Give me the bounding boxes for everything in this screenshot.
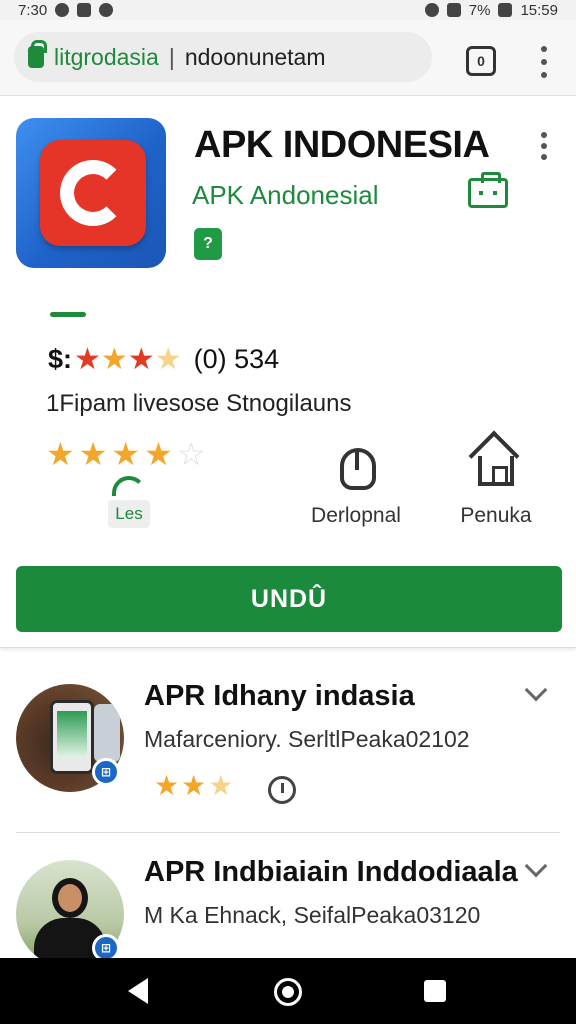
tabs-icon[interactable]: 0: [466, 46, 496, 76]
url-separator: |: [168, 43, 175, 70]
action-label-2[interactable]: Penuka: [446, 504, 546, 528]
signal-icon: [446, 3, 461, 17]
app-logo: [16, 118, 166, 268]
phone-image: [50, 700, 94, 774]
status-time: 7:30: [18, 1, 48, 19]
status-clock: 15:59: [520, 1, 558, 19]
system-nav-bar: [0, 958, 576, 1024]
briefcase-icon[interactable]: [468, 172, 508, 208]
list-item-subtitle: Mafarceniory. SerltlPeaka02102: [144, 726, 470, 752]
battery-text: 7%: [468, 1, 491, 19]
divider: [16, 832, 560, 833]
alarm-icon: [424, 3, 439, 17]
install-button[interactable]: UNDÛ: [16, 566, 562, 632]
chevron-down-icon[interactable]: [524, 854, 548, 878]
browser-menu-icon[interactable]: [536, 42, 552, 82]
app-title: APK INDONESIA: [194, 124, 490, 166]
les-badge[interactable]: Les: [108, 500, 150, 528]
recent-apps-icon[interactable]: [424, 980, 446, 1002]
status-right: 7% 15:59: [424, 1, 558, 19]
star-icon: ★: [181, 770, 207, 801]
rating-count: (0) 534: [193, 344, 280, 374]
app-card: APK INDONESIA APK Andonesial ? $: ★ ★ ★ …: [0, 98, 576, 648]
content-rating-badge: ?: [194, 228, 222, 260]
app-developer[interactable]: APK Andonesial: [192, 180, 378, 211]
settings-icon: [99, 3, 114, 17]
lock-icon: [28, 40, 47, 68]
refresh-icon: [60, 160, 126, 226]
action-label-1[interactable]: Derlopnal: [296, 504, 416, 528]
badge-icon: ⊞: [92, 758, 120, 786]
list-item-title: APR Indbiaiain Inddodiaala: [144, 856, 518, 888]
clock-icon: [268, 776, 296, 804]
hand-icon[interactable]: [340, 448, 376, 490]
status-bar: 7:30 7% 15:59: [0, 0, 576, 20]
url-bar[interactable]: litgrodasia | ndoonunetam: [14, 32, 432, 82]
app-subtitle: 1Fipam livesose Stnogilauns: [46, 390, 352, 417]
message-icon: [77, 3, 92, 17]
star-icon: ★: [154, 770, 180, 801]
star-icon[interactable]: ★: [46, 438, 75, 470]
home-icon[interactable]: [478, 456, 514, 486]
battery-icon: [498, 3, 513, 17]
list-item[interactable]: ⊞ APR Idhany indasia Mafarceniory. Serlt…: [0, 660, 576, 836]
url-path: ndoonunetam: [184, 43, 326, 70]
tabs-count: 0: [477, 53, 485, 69]
star-icon[interactable]: ☆: [177, 438, 206, 470]
star-icon: ★: [100, 342, 128, 376]
app-menu-icon[interactable]: [536, 132, 552, 160]
url-domain: litgrodasia: [54, 43, 159, 70]
notification-icon: [55, 3, 70, 17]
browser-toolbar: litgrodasia | ndoonunetam 0: [0, 20, 576, 96]
list-item-stars: ★ ★ ★: [154, 772, 233, 800]
star-icon[interactable]: ★: [79, 438, 108, 470]
reload-icon: [112, 476, 146, 496]
chevron-down-icon[interactable]: [524, 678, 548, 702]
star-icon[interactable]: ★: [144, 438, 173, 470]
star-icon: ★: [208, 770, 234, 801]
star-icon: ★: [127, 342, 155, 376]
rating-prefix: $:: [48, 344, 73, 374]
star-icon: ★: [154, 342, 182, 376]
list-item-subtitle: M Ka Ehnack, SeifalPeaka03120: [144, 902, 481, 928]
status-left: 7:30: [18, 1, 114, 19]
accent-dash: [50, 312, 86, 317]
back-icon[interactable]: [128, 978, 148, 1004]
rating-row: $: ★ ★ ★ ★ (0) 534: [48, 344, 279, 375]
star-icon[interactable]: ★: [111, 438, 140, 470]
user-rating-stars[interactable]: ★ ★ ★ ★ ☆: [46, 438, 205, 470]
list-item-title: APR Idhany indasia: [144, 680, 415, 712]
star-icon: ★: [74, 342, 101, 376]
home-button-icon[interactable]: [274, 978, 302, 1006]
